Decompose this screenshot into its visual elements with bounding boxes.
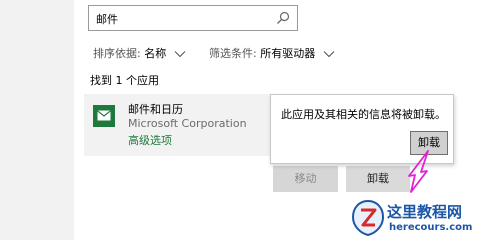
- watermark-title: 这里教程网: [387, 203, 463, 221]
- filter-dropdown[interactable]: 筛选条件: 所有驱动器: [209, 45, 335, 61]
- mail-app-icon: [93, 105, 115, 127]
- app-name: 邮件和日历: [128, 103, 183, 116]
- uninstall-button[interactable]: 卸载: [346, 166, 410, 192]
- advanced-options-link[interactable]: 高级选项: [128, 132, 172, 148]
- app-publisher: Microsoft Corporation: [128, 117, 247, 130]
- search-icon[interactable]: [275, 10, 291, 26]
- search-input-value: 邮件: [96, 13, 118, 26]
- move-button[interactable]: 移动: [273, 166, 338, 192]
- sort-dropdown[interactable]: 排序依据: 名称: [93, 45, 186, 61]
- app-list-item[interactable]: 邮件和日历 Microsoft Corporation 高级选项: [84, 94, 270, 156]
- left-pane: [0, 0, 74, 240]
- pointer-arrow-icon: [408, 150, 429, 193]
- popup-message: 此应用及其相关的信息将被卸载。: [281, 108, 446, 121]
- watermark-url: herecours.com: [389, 222, 473, 233]
- sort-label: 排序依据:: [93, 47, 141, 60]
- results-count: 找到 1 个应用: [90, 74, 159, 87]
- sort-value: 名称: [144, 47, 167, 60]
- watermark-logo-icon: [351, 199, 385, 237]
- search-input[interactable]: 邮件: [88, 5, 298, 31]
- chevron-down-icon: [174, 51, 186, 58]
- filter-label: 筛选条件:: [209, 47, 257, 60]
- filter-value: 所有驱动器: [260, 47, 316, 60]
- chevron-down-icon: [323, 51, 335, 58]
- watermark: 这里教程网 herecours.com: [351, 199, 499, 240]
